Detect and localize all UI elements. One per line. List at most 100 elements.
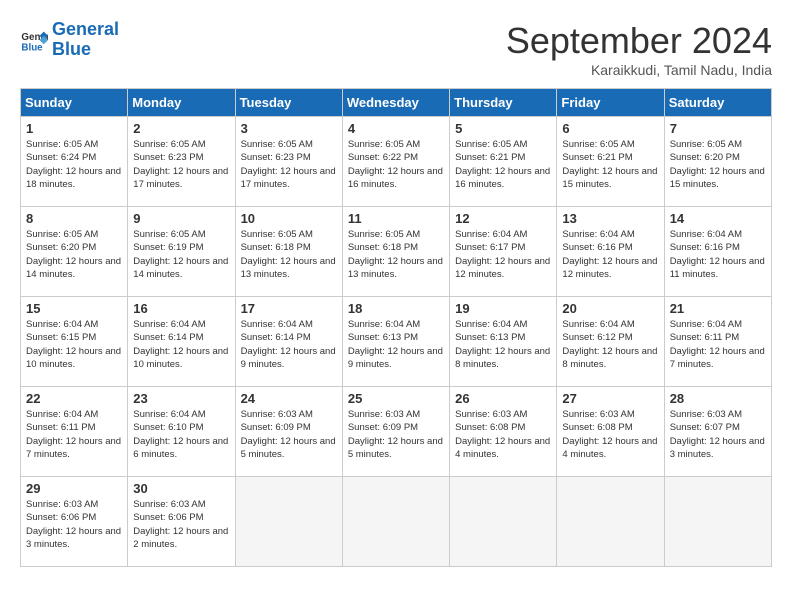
- day-number: 28: [670, 391, 766, 406]
- day-number: 9: [133, 211, 229, 226]
- calendar-cell: 29 Sunrise: 6:03 AM Sunset: 6:06 PM Dayl…: [21, 477, 128, 567]
- day-number: 1: [26, 121, 122, 136]
- day-number: 15: [26, 301, 122, 316]
- day-number: 17: [241, 301, 337, 316]
- header-wednesday: Wednesday: [342, 89, 449, 117]
- day-number: 3: [241, 121, 337, 136]
- calendar-cell: 9 Sunrise: 6:05 AM Sunset: 6:19 PM Dayli…: [128, 207, 235, 297]
- logo-icon: General Blue: [20, 26, 48, 54]
- day-number: 29: [26, 481, 122, 496]
- day-info: Sunrise: 6:04 AM Sunset: 6:12 PM Dayligh…: [562, 318, 658, 371]
- day-info: Sunrise: 6:05 AM Sunset: 6:23 PM Dayligh…: [241, 138, 337, 191]
- day-number: 14: [670, 211, 766, 226]
- header-friday: Friday: [557, 89, 664, 117]
- calendar-cell: [557, 477, 664, 567]
- day-info: Sunrise: 6:04 AM Sunset: 6:11 PM Dayligh…: [26, 408, 122, 461]
- day-number: 18: [348, 301, 444, 316]
- header-thursday: Thursday: [450, 89, 557, 117]
- calendar-cell: 7 Sunrise: 6:05 AM Sunset: 6:20 PM Dayli…: [664, 117, 771, 207]
- calendar-cell: 11 Sunrise: 6:05 AM Sunset: 6:18 PM Dayl…: [342, 207, 449, 297]
- calendar-cell: 20 Sunrise: 6:04 AM Sunset: 6:12 PM Dayl…: [557, 297, 664, 387]
- calendar-week-2: 8 Sunrise: 6:05 AM Sunset: 6:20 PM Dayli…: [21, 207, 772, 297]
- day-number: 25: [348, 391, 444, 406]
- calendar-week-1: 1 Sunrise: 6:05 AM Sunset: 6:24 PM Dayli…: [21, 117, 772, 207]
- calendar-cell: [235, 477, 342, 567]
- calendar-header-row: SundayMondayTuesdayWednesdayThursdayFrid…: [21, 89, 772, 117]
- day-number: 13: [562, 211, 658, 226]
- calendar-cell: 3 Sunrise: 6:05 AM Sunset: 6:23 PM Dayli…: [235, 117, 342, 207]
- calendar-week-3: 15 Sunrise: 6:04 AM Sunset: 6:15 PM Dayl…: [21, 297, 772, 387]
- calendar-cell: 1 Sunrise: 6:05 AM Sunset: 6:24 PM Dayli…: [21, 117, 128, 207]
- logo: General Blue General Blue: [20, 20, 119, 60]
- calendar-cell: 23 Sunrise: 6:04 AM Sunset: 6:10 PM Dayl…: [128, 387, 235, 477]
- day-number: 5: [455, 121, 551, 136]
- calendar-cell: 15 Sunrise: 6:04 AM Sunset: 6:15 PM Dayl…: [21, 297, 128, 387]
- calendar-cell: 5 Sunrise: 6:05 AM Sunset: 6:21 PM Dayli…: [450, 117, 557, 207]
- day-info: Sunrise: 6:05 AM Sunset: 6:18 PM Dayligh…: [348, 228, 444, 281]
- day-number: 26: [455, 391, 551, 406]
- day-number: 22: [26, 391, 122, 406]
- header-sunday: Sunday: [21, 89, 128, 117]
- day-number: 10: [241, 211, 337, 226]
- title-block: September 2024 Karaikkudi, Tamil Nadu, I…: [506, 20, 772, 78]
- calendar-cell: 28 Sunrise: 6:03 AM Sunset: 6:07 PM Dayl…: [664, 387, 771, 477]
- calendar-cell: 12 Sunrise: 6:04 AM Sunset: 6:17 PM Dayl…: [450, 207, 557, 297]
- calendar-cell: 25 Sunrise: 6:03 AM Sunset: 6:09 PM Dayl…: [342, 387, 449, 477]
- day-info: Sunrise: 6:03 AM Sunset: 6:07 PM Dayligh…: [670, 408, 766, 461]
- day-info: Sunrise: 6:04 AM Sunset: 6:17 PM Dayligh…: [455, 228, 551, 281]
- day-number: 23: [133, 391, 229, 406]
- day-number: 21: [670, 301, 766, 316]
- day-number: 24: [241, 391, 337, 406]
- day-info: Sunrise: 6:03 AM Sunset: 6:06 PM Dayligh…: [133, 498, 229, 551]
- calendar-cell: 22 Sunrise: 6:04 AM Sunset: 6:11 PM Dayl…: [21, 387, 128, 477]
- calendar-week-5: 29 Sunrise: 6:03 AM Sunset: 6:06 PM Dayl…: [21, 477, 772, 567]
- day-number: 8: [26, 211, 122, 226]
- day-number: 6: [562, 121, 658, 136]
- day-info: Sunrise: 6:05 AM Sunset: 6:21 PM Dayligh…: [455, 138, 551, 191]
- day-info: Sunrise: 6:05 AM Sunset: 6:24 PM Dayligh…: [26, 138, 122, 191]
- day-info: Sunrise: 6:03 AM Sunset: 6:08 PM Dayligh…: [455, 408, 551, 461]
- page-header: General Blue General Blue September 2024…: [20, 20, 772, 78]
- calendar-cell: 17 Sunrise: 6:04 AM Sunset: 6:14 PM Dayl…: [235, 297, 342, 387]
- month-title: September 2024: [506, 20, 772, 62]
- day-number: 30: [133, 481, 229, 496]
- day-info: Sunrise: 6:04 AM Sunset: 6:13 PM Dayligh…: [348, 318, 444, 371]
- header-monday: Monday: [128, 89, 235, 117]
- day-number: 12: [455, 211, 551, 226]
- day-info: Sunrise: 6:05 AM Sunset: 6:22 PM Dayligh…: [348, 138, 444, 191]
- day-info: Sunrise: 6:03 AM Sunset: 6:09 PM Dayligh…: [348, 408, 444, 461]
- svg-text:Blue: Blue: [21, 42, 43, 53]
- day-info: Sunrise: 6:04 AM Sunset: 6:13 PM Dayligh…: [455, 318, 551, 371]
- calendar-table: SundayMondayTuesdayWednesdayThursdayFrid…: [20, 88, 772, 567]
- day-number: 16: [133, 301, 229, 316]
- calendar-cell: 18 Sunrise: 6:04 AM Sunset: 6:13 PM Dayl…: [342, 297, 449, 387]
- calendar-cell: 4 Sunrise: 6:05 AM Sunset: 6:22 PM Dayli…: [342, 117, 449, 207]
- calendar-cell: 8 Sunrise: 6:05 AM Sunset: 6:20 PM Dayli…: [21, 207, 128, 297]
- day-info: Sunrise: 6:04 AM Sunset: 6:15 PM Dayligh…: [26, 318, 122, 371]
- day-info: Sunrise: 6:05 AM Sunset: 6:20 PM Dayligh…: [26, 228, 122, 281]
- calendar-cell: 16 Sunrise: 6:04 AM Sunset: 6:14 PM Dayl…: [128, 297, 235, 387]
- header-saturday: Saturday: [664, 89, 771, 117]
- day-info: Sunrise: 6:05 AM Sunset: 6:19 PM Dayligh…: [133, 228, 229, 281]
- day-number: 7: [670, 121, 766, 136]
- day-info: Sunrise: 6:04 AM Sunset: 6:14 PM Dayligh…: [241, 318, 337, 371]
- calendar-cell: 21 Sunrise: 6:04 AM Sunset: 6:11 PM Dayl…: [664, 297, 771, 387]
- day-number: 11: [348, 211, 444, 226]
- day-number: 4: [348, 121, 444, 136]
- day-info: Sunrise: 6:04 AM Sunset: 6:10 PM Dayligh…: [133, 408, 229, 461]
- calendar-cell: 19 Sunrise: 6:04 AM Sunset: 6:13 PM Dayl…: [450, 297, 557, 387]
- logo-text-line1: General: [52, 20, 119, 40]
- calendar-cell: 24 Sunrise: 6:03 AM Sunset: 6:09 PM Dayl…: [235, 387, 342, 477]
- calendar-cell: 27 Sunrise: 6:03 AM Sunset: 6:08 PM Dayl…: [557, 387, 664, 477]
- calendar-cell: 14 Sunrise: 6:04 AM Sunset: 6:16 PM Dayl…: [664, 207, 771, 297]
- day-info: Sunrise: 6:04 AM Sunset: 6:16 PM Dayligh…: [670, 228, 766, 281]
- logo-text-line2: Blue: [52, 40, 119, 60]
- calendar-cell: 26 Sunrise: 6:03 AM Sunset: 6:08 PM Dayl…: [450, 387, 557, 477]
- day-number: 2: [133, 121, 229, 136]
- day-info: Sunrise: 6:05 AM Sunset: 6:20 PM Dayligh…: [670, 138, 766, 191]
- calendar-cell: 30 Sunrise: 6:03 AM Sunset: 6:06 PM Dayl…: [128, 477, 235, 567]
- day-info: Sunrise: 6:05 AM Sunset: 6:18 PM Dayligh…: [241, 228, 337, 281]
- day-info: Sunrise: 6:05 AM Sunset: 6:21 PM Dayligh…: [562, 138, 658, 191]
- calendar-cell: [450, 477, 557, 567]
- day-info: Sunrise: 6:04 AM Sunset: 6:14 PM Dayligh…: [133, 318, 229, 371]
